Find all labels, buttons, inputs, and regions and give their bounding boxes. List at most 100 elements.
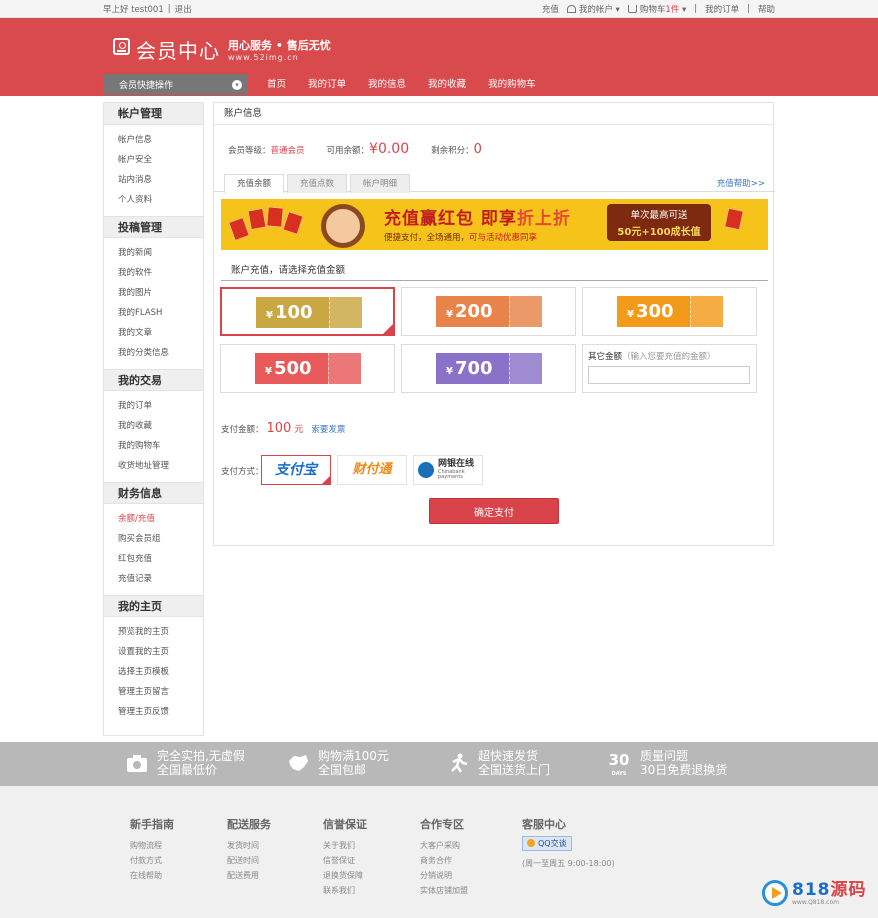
sidebar-item-my-articles[interactable]: 我的文章: [118, 323, 203, 343]
sidebar-item-redpacket-recharge[interactable]: 红包充值: [118, 549, 203, 569]
qq-chat-button[interactable]: QQ交谈: [522, 836, 572, 851]
delivery-runner-icon: [447, 753, 469, 773]
logout-link[interactable]: 退出: [175, 3, 192, 15]
sidebar-item-choose-template[interactable]: 选择主页模板: [118, 662, 203, 682]
amount-option-500[interactable]: ¥500: [220, 344, 395, 393]
sidebar-item-setup-home[interactable]: 设置我的主页: [118, 642, 203, 662]
sidebar-item-profile[interactable]: 个人资料: [118, 190, 203, 210]
red-envelope-icon: [282, 211, 304, 235]
main-nav: 会员快捷操作 ▾ 首页 我的订单 我的信息 我的收藏 我的购物车: [103, 73, 547, 96]
sidebar-item-account-info[interactable]: 帐户信息: [118, 130, 203, 150]
other-amount-box: 其它金额（输入您要充值的金额）: [582, 344, 757, 393]
footer-col-service: 客服中心 QQ交谈 (周一至周五 9:00-18:00): [522, 818, 615, 868]
chevron-down-icon: ▾: [232, 79, 242, 90]
sidebar-item-balance-recharge[interactable]: 余额/充值: [118, 509, 203, 529]
sidebar-item-manage-messages[interactable]: 管理主页留言: [118, 682, 203, 702]
sidebar-item-buy-membership[interactable]: 购买会员组: [118, 529, 203, 549]
service-promo-strip: 完全实拍,无虚假 全国最低价 购物满100元 全国包邮 超快速发货 全国送货上门 30…: [0, 742, 878, 786]
help-link[interactable]: 帮助: [758, 3, 775, 15]
balance-value: ¥0.00: [369, 141, 410, 157]
selected-check-icon: [322, 476, 330, 484]
chinabank-logo-icon: [418, 462, 434, 478]
selected-check-icon: [383, 324, 393, 334]
request-invoice-link[interactable]: 索要发票: [311, 423, 345, 435]
nav-home[interactable]: 首页: [256, 73, 297, 96]
logo-title: 会员中心: [136, 39, 220, 63]
sidebar-item-preview-home[interactable]: 预览我的主页: [118, 622, 203, 642]
sidebar-item-address[interactable]: 收货地址管理: [118, 456, 203, 476]
cart-link[interactable]: 购物车1件 ▾: [627, 3, 686, 15]
recharge-link[interactable]: 充值: [542, 3, 559, 15]
sidebar-item-my-images[interactable]: 我的图片: [118, 283, 203, 303]
red-envelope-icon: [266, 206, 284, 228]
amount-section-title: 账户充值，请选择充值金额: [231, 265, 346, 276]
sidebar-item-my-software[interactable]: 我的软件: [118, 263, 203, 283]
qq-icon: [527, 839, 535, 847]
play-logo-icon: [762, 880, 788, 906]
nav-my-favorites[interactable]: 我的收藏: [417, 73, 477, 96]
points-value: 0: [473, 142, 482, 157]
sidebar-item-messages[interactable]: 站内消息: [118, 170, 203, 190]
red-envelope-icon: [247, 207, 267, 231]
sidebar-section-title: 财务信息: [104, 482, 203, 504]
quick-actions-dropdown[interactable]: 会员快捷操作 ▾: [103, 74, 248, 95]
amount-option-300[interactable]: ¥300: [582, 287, 757, 336]
my-orders-link[interactable]: 我的订单: [705, 3, 739, 15]
sidebar-item-my-cart[interactable]: 我的购物车: [118, 436, 203, 456]
amount-option-700[interactable]: ¥700: [401, 344, 576, 393]
other-amount-input[interactable]: [588, 366, 750, 384]
nav-my-cart[interactable]: 我的购物车: [477, 73, 547, 96]
nav-my-orders[interactable]: 我的订单: [297, 73, 357, 96]
tab-account-details[interactable]: 帐户明细: [350, 174, 410, 193]
sidebar-item-my-classifieds[interactable]: 我的分类信息: [118, 343, 203, 363]
confirm-pay-button[interactable]: 确定支付: [429, 498, 559, 524]
tab-bar: 充值余额 充值点数 帐户明细 充值帮助>>: [214, 172, 775, 193]
recharge-help-link[interactable]: 充值帮助>>: [717, 177, 765, 189]
tenpay-logo: 财付通: [352, 462, 392, 477]
cart-icon: [627, 5, 637, 13]
footer-col-trust: 信誉保证 关于我们 信誉保证 退换货保障 联系我们: [323, 818, 367, 895]
alipay-option[interactable]: 支付宝: [261, 455, 331, 485]
sidebar-item-my-favorites[interactable]: 我的收藏: [118, 416, 203, 436]
red-envelope-icon: [724, 207, 744, 231]
tab-recharge-balance[interactable]: 充值余额: [224, 174, 284, 193]
alipay-logo: 支付宝: [275, 462, 317, 478]
sidebar-section-title: 我的主页: [104, 595, 203, 617]
ticket: ¥500: [255, 353, 361, 384]
camera-icon: [126, 753, 148, 773]
ticket: ¥300: [617, 296, 723, 327]
account-panel: 账户信息 会员等级： 普通会员 可用余额： ¥0.00 剩余积分： 0 充值余额…: [213, 102, 775, 546]
my-account-menu[interactable]: 我的帐户 ▾: [566, 3, 620, 15]
pay-amount: 支付金额： 100 元 索要发票: [221, 421, 346, 436]
sidebar-item-my-flash[interactable]: 我的FLASH: [118, 303, 203, 323]
sidebar-item-manage-feedback[interactable]: 管理主页反馈: [118, 702, 203, 722]
red-envelope-icon: [228, 216, 250, 242]
member-level: 普通会员: [270, 146, 305, 156]
chinabank-option[interactable]: 网银在线 Chinabank payments: [413, 455, 483, 485]
girl-illustration: [321, 204, 365, 248]
tenpay-option[interactable]: 财付通: [337, 455, 407, 485]
ticket: ¥200: [436, 296, 542, 327]
banner-offer-box: 单次最高可送 50元+100成长值: [607, 204, 711, 241]
sidebar-item-my-news[interactable]: 我的新闻: [118, 243, 203, 263]
china-map-icon: [287, 753, 309, 773]
ticket: ¥100: [256, 297, 362, 328]
sidebar-item-account-security[interactable]: 帐户安全: [118, 150, 203, 170]
sidebar-item-my-orders[interactable]: 我的订单: [118, 396, 203, 416]
footer: 新手指南 购物流程 付款方式 在线帮助 配送服务 发货时间 配送时间 配送费用 …: [0, 786, 878, 918]
sidebar-item-recharge-records[interactable]: 充值记录: [118, 569, 203, 589]
nav-my-info[interactable]: 我的信息: [357, 73, 417, 96]
sidebar-section-title: 投稿管理: [104, 216, 203, 238]
logo[interactable]: 会员中心 用心服务 • 售后无忧 www.52img.cn: [113, 35, 331, 64]
sidebar: 帐户管理 帐户信息 帐户安全 站内消息 个人资料 投稿管理 我的新闻 我的软件 …: [103, 102, 204, 736]
amount-option-100[interactable]: ¥100: [220, 287, 395, 336]
cart-count: 1件: [665, 5, 680, 15]
amount-option-200[interactable]: ¥200: [401, 287, 576, 336]
logo-url: www.52img.cn: [228, 53, 299, 62]
divider: [221, 280, 768, 281]
logo-slogan: 用心服务 • 售后无忧: [228, 39, 331, 52]
tab-recharge-points[interactable]: 充值点数: [287, 174, 347, 193]
promo-banner[interactable]: 充值赢红包 即享折上折 便捷支付，全场通用，可与活动优惠同享 单次最高可送 50…: [221, 199, 768, 250]
ticket: ¥700: [436, 353, 542, 384]
user-icon: [566, 5, 576, 13]
